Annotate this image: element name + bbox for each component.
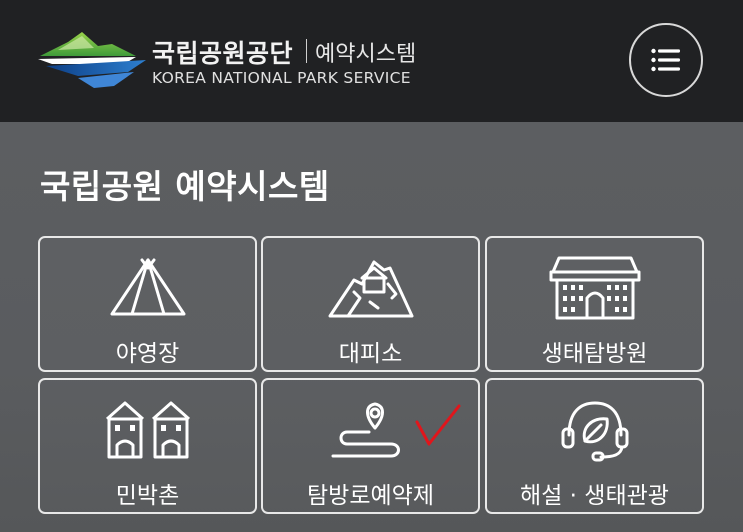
tile-eco-center[interactable]: 생태탐방원 xyxy=(485,236,704,372)
tile-minbak-village[interactable]: 민박촌 xyxy=(38,378,257,514)
houses-icon xyxy=(105,401,190,459)
brand-divider xyxy=(306,39,307,63)
brand-english-name: KOREA NATIONAL PARK SERVICE xyxy=(152,69,411,87)
tile-shelter[interactable]: 대피소 xyxy=(261,236,480,372)
tile-label: 해설 · 생태관광 xyxy=(520,483,669,509)
tile-campground[interactable]: 야영장 xyxy=(38,236,257,372)
tile-eco-tourism[interactable]: 해설 · 생태관광 xyxy=(485,378,704,514)
app-header: 국립공원공단 예약시스템 KOREA NATIONAL PARK SERVICE xyxy=(0,0,743,122)
checkmark-annotation-icon xyxy=(415,404,461,446)
headset-leaf-icon xyxy=(561,401,628,462)
tile-label: 생태탐방원 xyxy=(541,341,648,367)
page-title: 국립공원 예약시스템 xyxy=(40,167,330,206)
tile-label: 야영장 xyxy=(115,341,180,367)
trail-route-icon xyxy=(331,402,400,458)
tile-label: 탐방로예약제 xyxy=(307,483,434,509)
building-icon xyxy=(549,256,640,320)
tile-trail-reservation[interactable]: 탐방로예약제 xyxy=(261,378,480,514)
tile-label: 대피소 xyxy=(338,341,403,367)
menu-button[interactable] xyxy=(629,23,703,97)
mountain-shelter-icon xyxy=(328,260,413,318)
brand-name: 국립공원공단 xyxy=(152,39,294,68)
tile-label: 민박촌 xyxy=(115,483,180,509)
hamburger-menu-icon xyxy=(651,48,680,72)
brand-logo[interactable]: 국립공원공단 예약시스템 KOREA NATIONAL PARK SERVICE xyxy=(38,26,428,96)
mountain-logo-icon xyxy=(38,32,146,88)
tent-icon xyxy=(110,258,185,316)
brand-subtitle: 예약시스템 xyxy=(315,42,417,67)
main-content: 국립공원 예약시스템 야영장 대피소 생태탐방원 민박촌 탐방로예약제 해설 ·… xyxy=(0,122,743,532)
